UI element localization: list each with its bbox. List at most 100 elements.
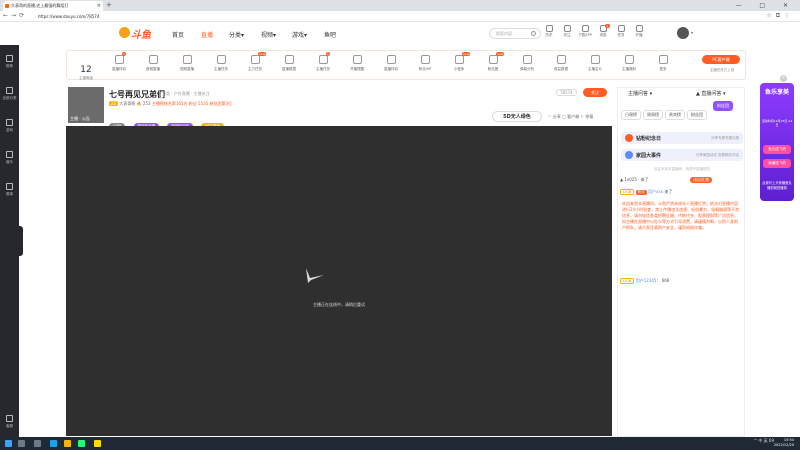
nav-fishbar[interactable]: 鱼吧 (324, 30, 336, 39)
new-tab-button[interactable]: + (106, 0, 112, 11)
extension-icon[interactable]: ⧉ (776, 12, 784, 19)
game-icon (6, 119, 13, 126)
sidebar-item-esports[interactable]: 赛事 (0, 179, 19, 205)
toolbar-badge: new (462, 52, 471, 56)
toolbar-badge: 1 (122, 52, 126, 56)
nav-video[interactable]: 视频▾ (261, 30, 276, 39)
nav-live[interactable]: 直播 (201, 30, 213, 39)
toolbar-item-14[interactable]: 主播名片 (582, 55, 608, 72)
sidebar-item-service[interactable]: 客服 (0, 411, 19, 437)
toolbar-item-4[interactable]: 主力任务 new (242, 52, 268, 72)
toolbar-item-0[interactable]: 直播伴侣 1 (106, 52, 132, 72)
room-id: 78574 (556, 89, 577, 96)
star-icon[interactable]: ☆ (766, 12, 775, 19)
toolbar-item-13[interactable]: 收益数据 (548, 55, 574, 72)
header-message[interactable]: 消息 1 (596, 24, 610, 38)
chevron-down-icon[interactable]: ▾ (691, 30, 693, 35)
promo-close-icon[interactable]: × (780, 75, 787, 82)
chat-gift-row: ▲ 1x025 · 来了 送出礼物 (620, 177, 742, 187)
sidebar-item-recommend[interactable]: 推荐 (0, 51, 19, 77)
toolbar-item-3[interactable]: 主播任务 (208, 55, 234, 72)
follow-button[interactable]: 关注 (583, 88, 607, 97)
search-input[interactable]: 搜索内容 (489, 28, 541, 39)
toolbar-item-9[interactable]: 粉丝VIP (412, 55, 438, 72)
header-download[interactable]: 下载APP (578, 25, 592, 38)
gift-chip[interactable]: 送出礼物 (690, 177, 712, 183)
search-icon[interactable] (18, 440, 25, 447)
url-field[interactable]: https://www.douyu.com/78574 (38, 13, 538, 20)
live-qa-dropdown[interactable]: ▲ 直播问答 ▾ (696, 90, 726, 97)
tab-daily[interactable]: 日周榜 (621, 110, 641, 120)
fan-chip: 粉丝 (635, 190, 647, 195)
tab-fans-active[interactable]: 粉丝团 (713, 101, 733, 111)
header-broadcast[interactable]: 开播 (632, 25, 646, 38)
toolbar-item-10[interactable]: 小程序 new (446, 52, 472, 72)
browser-tab[interactable]: 大表哥的直播,史上最强的舞蹈打 × (3, 1, 103, 11)
sidebar-item-categories[interactable]: 全部分类 (0, 83, 19, 109)
app-icon[interactable] (94, 440, 101, 447)
streamer-avatar[interactable]: 主播 · 公告 (68, 87, 104, 123)
toolbar-item-2[interactable]: 视频直播 (174, 55, 200, 72)
back-icon[interactable]: ← (3, 12, 11, 19)
promo-banner[interactable]: 鱼乐享美 活动时间12月18日-24日 鱼丸送飞机 鱼塘送飞机 点我可上头条赚鱼… (760, 83, 794, 201)
anchor-qa-dropdown[interactable]: 主播问答 ▾ (628, 90, 652, 97)
toolbar-item-8[interactable]: 直播伴侣 (378, 55, 404, 72)
sponsor-banner[interactable]: 5D无人绿色 (492, 111, 542, 122)
reload-icon[interactable]: ⟳ (19, 12, 27, 19)
streamer-info-row: 22 大表哥啊 🔥 253 主播榜排名第165名 粉丝 5535 粉丝团第3位 (109, 101, 232, 107)
tab-vip[interactable]: 贵宾榜 (665, 110, 685, 120)
flame-icon: 🔥 (136, 101, 142, 106)
file-explorer-icon[interactable] (64, 440, 71, 447)
forward-icon[interactable]: → (11, 12, 19, 19)
browser-actions[interactable]: ☆⧉⋮ (766, 12, 794, 20)
toolbar-item-15[interactable]: 主播福利 (616, 55, 642, 72)
toolbar-item-5[interactable]: 直播数据 (276, 55, 302, 72)
fans-rank[interactable]: 粉丝团第3位 (210, 101, 233, 106)
toolbar-item-1[interactable]: 音频直播 (140, 55, 166, 72)
room-category[interactable]: 分类 · 户外直播 · 主播关注 (162, 91, 210, 97)
nav-game[interactable]: 游戏▾ (292, 30, 307, 39)
address-bar: ←→⟳ https://www.douyu.com/78574 ☆⧉⋮ (0, 11, 800, 22)
toolbar-item-6[interactable]: 主播任务 1 (310, 52, 336, 72)
card-fan-anniversary[interactable]: 钻粉纪念日 分享专属专属礼物 (621, 132, 743, 144)
sidebar-collapse-handle[interactable] (17, 226, 23, 256)
rank-text[interactable]: 主播榜排名第165名 (152, 101, 188, 106)
window-controls[interactable]: — □ ✕ (735, 0, 796, 11)
close-tab-icon[interactable]: × (97, 1, 101, 11)
promo-button-2[interactable]: 鱼塘送飞机 (763, 159, 791, 168)
menu-icon[interactable]: ⋮ (784, 12, 794, 19)
card-home-event[interactable]: 家园大事件 分享家园动态 查看精彩内容 (621, 149, 743, 161)
toolbar-item-7[interactable]: 开播提醒 (344, 55, 370, 72)
toolbar-item-16[interactable]: 更多 (650, 55, 676, 72)
tab-weekly[interactable]: 周周榜 (643, 110, 663, 120)
clock[interactable]: 15:54 2022/12/20 (774, 438, 794, 448)
user-avatar[interactable] (677, 27, 689, 39)
nav-buttons[interactable]: ←→⟳ (3, 12, 27, 19)
video-player[interactable] (66, 126, 612, 436)
pc-client-button[interactable]: PC客户端 (702, 55, 740, 64)
edge-icon[interactable] (50, 440, 57, 447)
system-tray[interactable]: ^ 中 英 69 (754, 438, 774, 444)
header-follow[interactable]: 关注 (560, 25, 574, 38)
toolbar-item-11[interactable]: 粉丝团 new (480, 52, 506, 72)
anchor-level[interactable]: 12 主播等级 (71, 57, 101, 81)
gift-user: ▲ 1x025 · 来了 (620, 177, 649, 182)
sidebar-item-games[interactable]: 游戏 (0, 115, 19, 141)
sidebar-item-entertainment[interactable]: 娱乐 (0, 147, 19, 173)
nav-category[interactable]: 分类▾ (229, 30, 244, 39)
header-task[interactable]: 任务 (614, 25, 628, 38)
toolbar-item-12[interactable]: 弹幕分析 (514, 55, 540, 72)
site-logo[interactable]: 斗鱼 (119, 26, 155, 41)
room-actions[interactable]: ♡ 分享 □ 客户端 ⚐ 举报 (548, 114, 593, 120)
chat-username[interactable]: 用户12345： (636, 278, 661, 283)
tab-fans[interactable]: 粉丝团 (687, 110, 707, 120)
windows-start-icon[interactable] (5, 440, 12, 447)
promo-button-1[interactable]: 鱼丸送飞机 (763, 145, 791, 154)
header-history[interactable]: 历史 (542, 25, 556, 38)
search-icon[interactable] (531, 31, 536, 36)
user-level-chip: LV18 (620, 278, 635, 284)
nav-home[interactable]: 首页 (172, 30, 184, 39)
chrome-icon[interactable] (78, 440, 85, 447)
chat-username[interactable]: 用户xxx (648, 189, 663, 194)
task-view-icon[interactable] (34, 440, 41, 447)
